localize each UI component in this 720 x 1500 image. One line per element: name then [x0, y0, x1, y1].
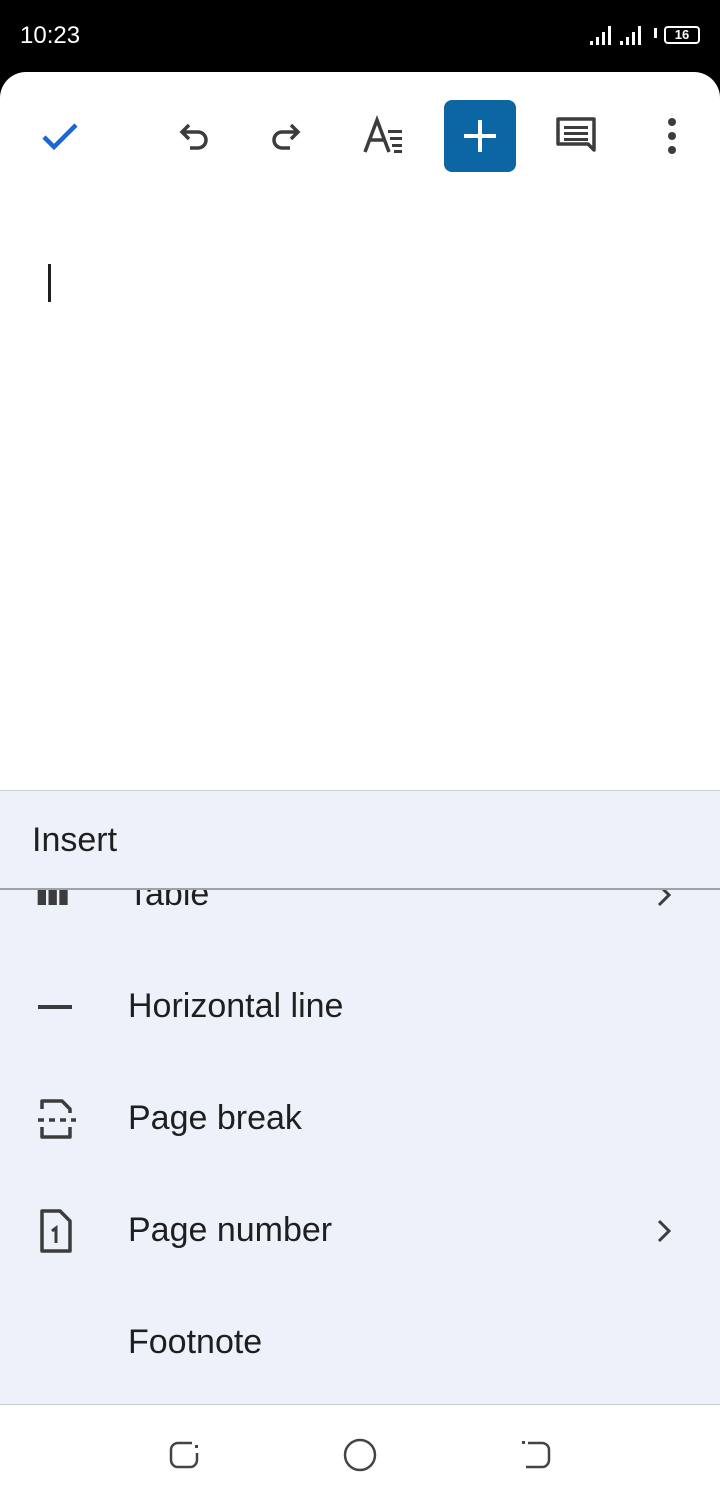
docs-editor: Insert Table Horizontal line Page break … — [0, 72, 720, 1500]
status-time: 10:23 — [20, 22, 81, 49]
redo-icon — [272, 123, 301, 150]
sheet-title: Insert — [32, 821, 118, 859]
insert-menu: Table Horizontal line Page break Page nu… — [0, 889, 720, 1405]
check-icon — [42, 123, 78, 151]
text-format-icon — [363, 115, 402, 153]
menu-item-label: Footnote — [128, 1323, 263, 1361]
table-icon — [37, 889, 68, 905]
menu-item-label: Table — [128, 889, 210, 913]
chevron-right-icon — [657, 889, 672, 907]
document-body[interactable] — [0, 200, 720, 790]
system-nav-bar — [0, 1404, 720, 1500]
undo-icon — [179, 123, 208, 150]
menu-item-label: Horizontal line — [128, 987, 344, 1025]
signal-icon — [620, 26, 641, 45]
battery-level: 16 — [674, 27, 690, 42]
page-break-icon — [38, 1099, 76, 1139]
insert-sheet: Insert Table Horizontal line Page break … — [0, 790, 720, 1405]
text-format-button[interactable] — [348, 100, 420, 172]
menu-item-page-break[interactable]: Page break — [0, 1063, 720, 1175]
text-cursor — [48, 264, 51, 302]
insert-sheet-header: Insert — [0, 791, 720, 890]
horizontal-line-icon — [38, 1005, 72, 1009]
menu-item-horizontal-line[interactable]: Horizontal line — [0, 951, 720, 1063]
menu-item-page-number[interactable]: Page number — [0, 1175, 720, 1287]
menu-item-label: Page break — [128, 1099, 302, 1137]
menu-item-footnote[interactable]: Footnote — [0, 1287, 720, 1399]
editor-toolbar — [0, 72, 720, 200]
chevron-right-icon — [657, 1219, 672, 1243]
comment-icon — [556, 117, 596, 152]
recent-apps-icon[interactable] — [162, 1433, 206, 1477]
add-icon — [464, 120, 496, 152]
undo-button[interactable] — [156, 100, 228, 172]
page-number-icon — [40, 1209, 72, 1253]
more-vert-icon — [668, 118, 676, 154]
comment-button[interactable] — [540, 100, 612, 172]
home-icon[interactable] — [338, 1433, 382, 1477]
insert-button[interactable] — [444, 100, 516, 172]
status-bar: 10:23 16 — [0, 0, 720, 72]
signal-icon — [590, 26, 611, 45]
back-icon[interactable] — [514, 1433, 558, 1477]
done-button[interactable] — [24, 100, 96, 172]
menu-item-label: Page number — [128, 1211, 333, 1249]
status-icons: 16 — [590, 24, 700, 48]
wifi-icon — [654, 28, 657, 38]
more-options-button[interactable] — [636, 100, 708, 172]
redo-button[interactable] — [252, 100, 324, 172]
menu-item-table[interactable]: Table — [0, 889, 720, 951]
battery-icon: 16 — [664, 26, 700, 44]
